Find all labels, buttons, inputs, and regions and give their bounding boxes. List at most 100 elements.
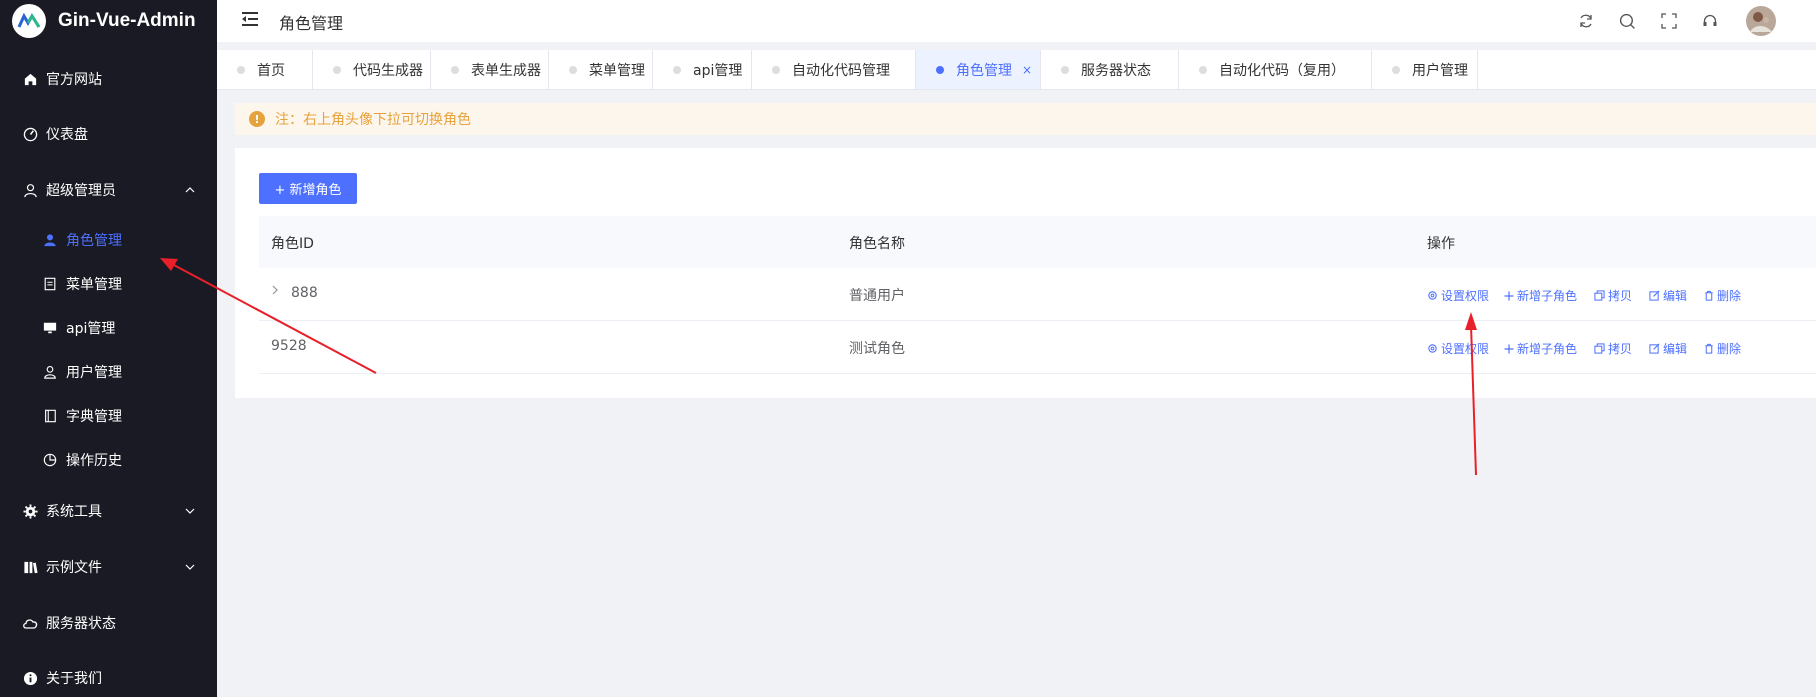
- search-icon[interactable]: [1617, 11, 1637, 31]
- sidebar-item-super-admin[interactable]: 超级管理员: [0, 168, 217, 212]
- column-header: 操作: [1427, 236, 1455, 252]
- gear-icon: [1427, 290, 1438, 301]
- tab-user-management[interactable]: 用户管理: [1372, 50, 1478, 89]
- edit-icon: [1649, 290, 1660, 301]
- sidebar-item-role-management[interactable]: 角色管理: [0, 218, 217, 262]
- sidebar-item-user-management[interactable]: 用户管理: [0, 350, 217, 394]
- files-icon: [22, 559, 38, 575]
- action-label: 设置权限: [1441, 289, 1490, 303]
- copy-button[interactable]: 拷贝: [1594, 340, 1632, 357]
- sidebar-item-label: 用户管理: [66, 365, 122, 381]
- tab-label: 自动化代码（复用）: [1219, 62, 1345, 79]
- dashboard-icon: [22, 126, 38, 142]
- tab-dot: [333, 65, 341, 74]
- sidebar-item-label: 官方网站: [46, 72, 102, 88]
- action-label: 删除: [1717, 289, 1742, 303]
- sidebar-item-about-us[interactable]: 关于我们: [0, 656, 217, 697]
- tab-dot: [1061, 65, 1069, 74]
- sidebar-item-dictionary-management[interactable]: 字典管理: [0, 394, 217, 438]
- action-label: 编辑: [1663, 289, 1688, 303]
- tab-auto-code-management[interactable]: 自动化代码管理: [752, 50, 916, 89]
- tab-label: 表单生成器: [471, 62, 541, 79]
- tab-api-management[interactable]: api管理: [653, 50, 752, 89]
- add-sub-role-button[interactable]: 新增子角色: [1504, 287, 1577, 304]
- action-label: 删除: [1717, 342, 1742, 356]
- sidebar-item-label: 字典管理: [66, 409, 122, 425]
- top-header: 角色管理: [217, 0, 1816, 42]
- avatar-icon: [42, 232, 58, 248]
- tab-label: 角色管理: [956, 62, 1012, 79]
- sidebar-item-server-status[interactable]: 服务器状态: [0, 601, 217, 645]
- copy-icon: [1594, 290, 1605, 301]
- sidebar-item-label: 示例文件: [46, 560, 102, 576]
- action-label: 新增子角色: [1517, 342, 1578, 356]
- sidebar-item-api-management[interactable]: api管理: [0, 306, 217, 350]
- edit-button[interactable]: 编辑: [1649, 287, 1687, 304]
- add-sub-role-button[interactable]: 新增子角色: [1504, 340, 1577, 357]
- role-name: 测试角色: [849, 341, 905, 357]
- logo[interactable]: Gin-Vue-Admin: [0, 0, 217, 42]
- tab-dot: [451, 65, 459, 74]
- edit-icon: [1649, 343, 1660, 354]
- close-icon[interactable]: ×: [1022, 63, 1032, 77]
- chevron-right-icon[interactable]: [271, 284, 279, 299]
- delete-button[interactable]: 删除: [1704, 287, 1741, 304]
- sidebar-item-label: 超级管理员: [46, 183, 116, 199]
- edit-button[interactable]: 编辑: [1649, 340, 1687, 357]
- action-label: 拷贝: [1608, 342, 1633, 356]
- sidebar: Gin-Vue-Admin 官方网站 仪表盘 超级管理员 角色管理 菜单管理 a…: [0, 0, 217, 697]
- tab-form-generator[interactable]: 表单生成器: [431, 50, 549, 89]
- column-header: 角色名称: [849, 236, 905, 252]
- delete-button[interactable]: 删除: [1704, 340, 1741, 357]
- tab-dot: [673, 65, 681, 74]
- set-permission-button[interactable]: 设置权限: [1427, 340, 1489, 357]
- tab-dot: [936, 65, 944, 74]
- action-label: 新增子角色: [1517, 289, 1578, 303]
- table-row: 888 普通用户 设置权限 新增子角色 拷贝 编辑 删除: [259, 268, 1816, 321]
- tab-dot: [1199, 65, 1207, 74]
- chevron-down-icon: [185, 560, 195, 576]
- tab-label: 自动化代码管理: [792, 62, 890, 79]
- sidebar-item-label: 菜单管理: [66, 277, 122, 293]
- logo-icon: [12, 4, 46, 38]
- tab-code-generator[interactable]: 代码生成器: [313, 50, 431, 89]
- headset-icon[interactable]: [1700, 11, 1720, 31]
- sidebar-item-example-files[interactable]: 示例文件: [0, 545, 217, 589]
- tab-label: 首页: [257, 62, 285, 79]
- tab-auto-code-reuse[interactable]: 自动化代码（复用）: [1179, 50, 1372, 89]
- sidebar-item-menu-management[interactable]: 菜单管理: [0, 262, 217, 306]
- warning-icon: !: [249, 111, 265, 127]
- monitor-icon: [42, 320, 58, 336]
- sidebar-item-dashboard[interactable]: 仪表盘: [0, 112, 217, 156]
- refresh-icon[interactable]: [1576, 11, 1596, 31]
- pie-chart-icon: [42, 452, 58, 468]
- tab-home[interactable]: 首页: [217, 50, 313, 89]
- cloud-icon: [22, 615, 38, 631]
- tab-role-management[interactable]: 角色管理 ×: [916, 50, 1041, 89]
- sidebar-item-system-tools[interactable]: 系统工具: [0, 489, 217, 533]
- sidebar-item-label: 角色管理: [66, 233, 122, 249]
- sidebar-item-official-site[interactable]: 官方网站: [0, 57, 217, 101]
- tab-label: 菜单管理: [589, 62, 645, 79]
- document-icon: [42, 276, 58, 292]
- tab-label: 用户管理: [1412, 62, 1468, 79]
- avatar[interactable]: [1745, 5, 1777, 37]
- app-title: Gin-Vue-Admin: [58, 10, 196, 31]
- tab-menu-management[interactable]: 菜单管理: [549, 50, 653, 89]
- tab-dot: [772, 65, 780, 74]
- tab-label: 代码生成器: [353, 62, 423, 79]
- info-icon: [22, 670, 38, 686]
- tab-dot: [1392, 65, 1400, 74]
- tab-server-status[interactable]: 服务器状态: [1041, 50, 1179, 89]
- fullscreen-icon[interactable]: [1659, 11, 1679, 31]
- add-role-button[interactable]: + 新增角色: [259, 173, 357, 204]
- set-permission-button[interactable]: 设置权限: [1427, 287, 1489, 304]
- alert-text: 注：右上角头像下拉可切换角色: [275, 112, 471, 128]
- tab-dot: [569, 65, 577, 74]
- trash-icon: [1704, 343, 1714, 354]
- sidebar-item-label: api管理: [66, 321, 116, 337]
- sidebar-item-operation-history[interactable]: 操作历史: [0, 438, 217, 482]
- notebook-icon: [42, 408, 58, 424]
- menu-fold-icon[interactable]: [241, 11, 259, 31]
- copy-button[interactable]: 拷贝: [1594, 287, 1632, 304]
